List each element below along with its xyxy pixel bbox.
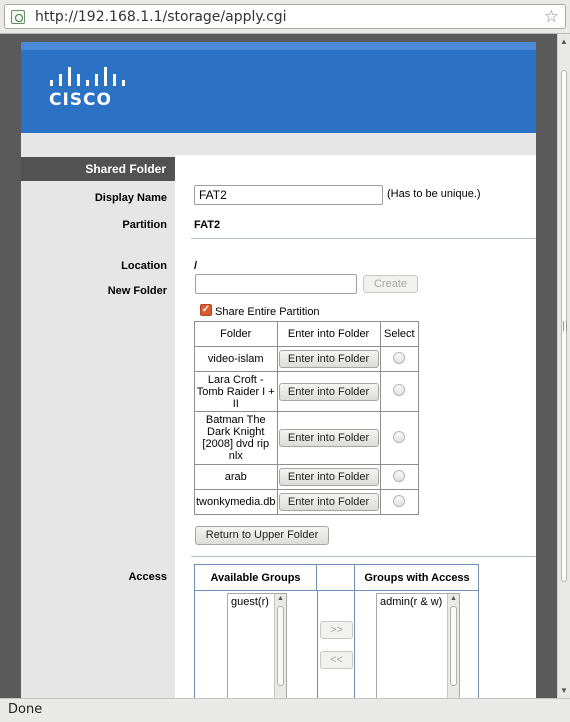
table-row: Lara Croft - Tomb Raider I + II Enter in…: [194, 371, 420, 412]
folder-name: arab: [194, 464, 278, 490]
address-bar[interactable]: http://192.168.1.1/storage/apply.cgi ☆: [4, 4, 566, 29]
url-text[interactable]: http://192.168.1.1/storage/apply.cgi: [35, 9, 287, 25]
list-item[interactable]: guest(r): [231, 596, 269, 608]
groups-with-access-list[interactable]: admin(r & w) ▲: [376, 593, 460, 698]
folder-table-header: Folder Enter into Folder Select: [194, 321, 420, 347]
select-header: Select: [379, 321, 420, 347]
add-access-button[interactable]: >>: [320, 621, 353, 639]
enter-folder-button[interactable]: Enter into Folder: [278, 382, 379, 401]
select-radio[interactable]: [393, 351, 406, 364]
scroll-up-icon[interactable]: ▲: [560, 37, 568, 46]
available-groups-header: Available Groups: [195, 565, 317, 591]
status-bar: Done: [0, 698, 570, 722]
folder-table: Folder Enter into Folder Select video-is…: [194, 321, 420, 515]
list-scrollbar[interactable]: ▲: [447, 594, 459, 698]
folder-name: twonkymedia.db: [194, 489, 278, 515]
cisco-logo: CISCO: [49, 66, 129, 116]
divider: [191, 556, 536, 557]
router-page: CISCO Shared Folder Display Name FAT2 (H…: [21, 42, 536, 698]
folder-name: Lara Croft - Tomb Raider I + II: [194, 371, 278, 412]
select-radio[interactable]: [393, 469, 406, 482]
create-button[interactable]: Create: [363, 275, 418, 293]
available-groups-list[interactable]: guest(r) ▲: [227, 593, 287, 698]
display-name-hint: (Has to be unique.): [387, 188, 481, 200]
access-panel: Available Groups Groups with Access >> <…: [194, 564, 479, 698]
move-buttons-column: >> <<: [317, 591, 355, 698]
browser-toolbar: http://192.168.1.1/storage/apply.cgi ☆: [0, 0, 570, 34]
cisco-logo-word: CISCO: [49, 90, 112, 110]
enter-folder-button[interactable]: Enter into Folder: [278, 468, 379, 486]
location-label: Location: [121, 260, 167, 272]
remove-access-button[interactable]: <<: [320, 651, 353, 669]
select-radio[interactable]: [393, 494, 406, 507]
display-name-label: Display Name: [94, 192, 167, 204]
folder-header: Folder: [194, 321, 278, 347]
header-strip: [21, 133, 536, 155]
scroll-thumb[interactable]: [561, 70, 567, 582]
folder-name: Batman The Dark Knight [2008] dvd rip nl…: [194, 411, 278, 465]
browser-viewport: CISCO Shared Folder Display Name FAT2 (H…: [0, 34, 570, 698]
share-entire-label: Share Entire Partition: [215, 306, 320, 318]
access-label: Access: [128, 571, 167, 583]
list-scrollbar[interactable]: ▲: [274, 594, 286, 698]
table-row: twonkymedia.db Enter into Folder: [194, 489, 420, 515]
enter-folder-button[interactable]: Enter into Folder: [278, 350, 379, 368]
select-radio[interactable]: [393, 430, 406, 443]
list-item[interactable]: admin(r & w): [380, 596, 442, 608]
page-scrollbar[interactable]: ▲ ▼: [557, 34, 570, 698]
groups-with-access-header: Groups with Access: [355, 565, 479, 591]
select-radio[interactable]: [393, 384, 406, 396]
new-folder-label: New Folder: [107, 285, 167, 297]
access-header-spacer: [317, 565, 355, 591]
location-value: /: [194, 260, 198, 272]
table-row: video-islam Enter into Folder: [194, 346, 420, 372]
enter-folder-button[interactable]: Enter into Folder: [278, 429, 379, 447]
label-column: [21, 155, 175, 698]
divider: [191, 238, 536, 239]
enter-header: Enter into Folder: [276, 321, 381, 347]
new-folder-input[interactable]: [195, 274, 357, 294]
enter-folder-button[interactable]: Enter into Folder: [278, 493, 379, 511]
partition-value: FAT2: [194, 219, 221, 231]
display-name-input[interactable]: FAT2: [194, 185, 383, 205]
cisco-logo-bars: [50, 66, 128, 86]
section-title: Shared Folder: [21, 157, 175, 181]
scroll-down-icon[interactable]: ▼: [560, 686, 568, 695]
banner-top-strip: [21, 42, 536, 50]
page-icon: [11, 10, 25, 24]
table-row: arab Enter into Folder: [194, 464, 420, 490]
table-row: Batman The Dark Knight [2008] dvd rip nl…: [194, 411, 420, 465]
bookmark-star-icon[interactable]: ☆: [544, 7, 559, 27]
folder-name: video-islam: [194, 346, 278, 372]
return-upper-folder-button[interactable]: Return to Upper Folder: [195, 526, 329, 545]
share-entire-checkbox[interactable]: ✓: [200, 304, 212, 316]
partition-label: Partition: [122, 219, 167, 231]
